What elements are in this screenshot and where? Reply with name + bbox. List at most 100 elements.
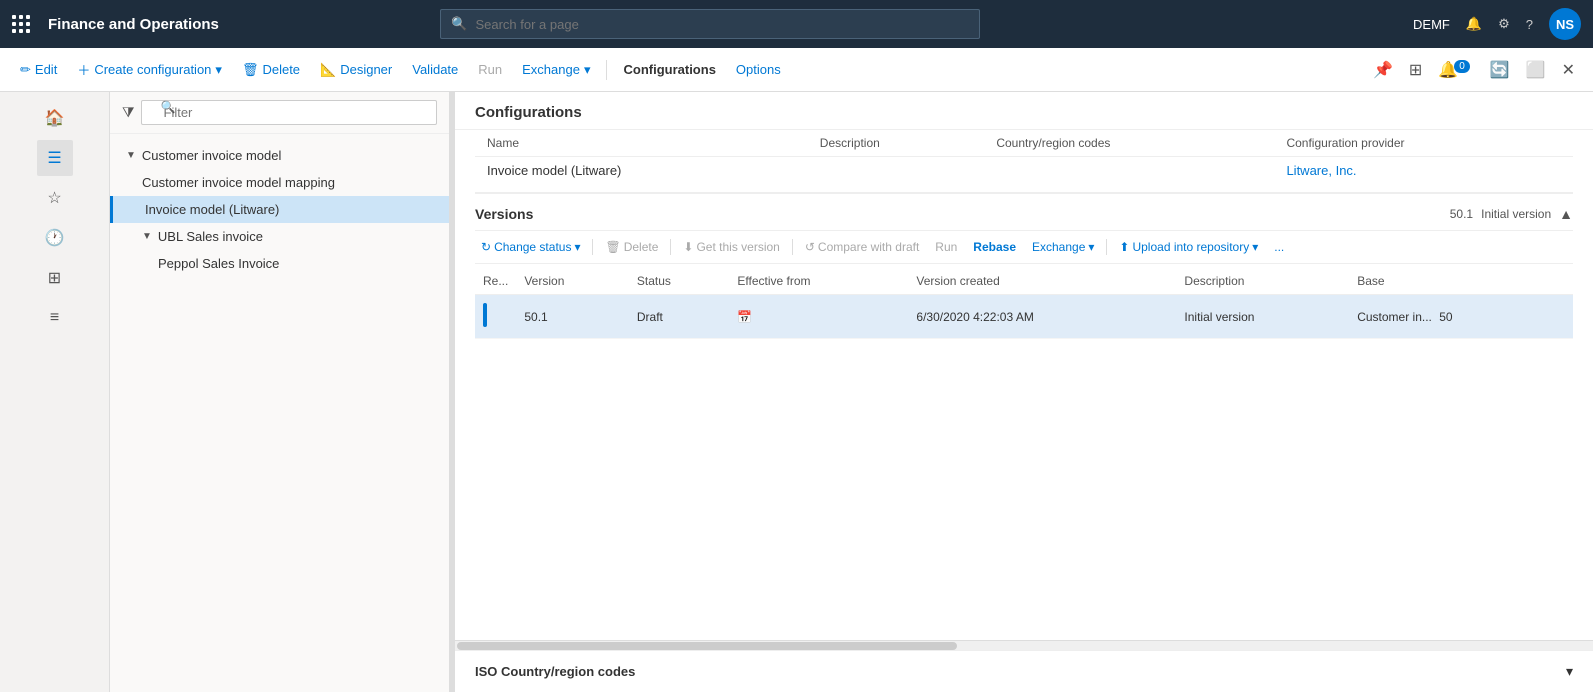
edit-button[interactable]: ✏ Edit (12, 58, 65, 82)
col-version: Version (516, 268, 629, 295)
expand-button[interactable]: ⊞ (1403, 56, 1428, 84)
sidebar-filter-icon[interactable]: ☰ (37, 140, 73, 176)
version-number: 50.1 (1450, 207, 1473, 221)
chevron-down-icon: ▾ (1252, 240, 1258, 254)
provider-value[interactable]: Litware, Inc. (1274, 157, 1573, 185)
base-link[interactable]: Customer in... (1357, 310, 1432, 324)
status-cell: Draft (629, 295, 729, 339)
chevron-down-icon: ▾ (1088, 240, 1094, 254)
configuration-tree: ▼ Customer invoice model Customer invoic… (110, 134, 449, 692)
pin-button[interactable]: 📌 (1367, 56, 1399, 84)
ver-sep4 (1106, 239, 1107, 255)
create-config-button[interactable]: ＋ Create configuration ▾ (69, 56, 230, 83)
app-grid-icon[interactable] (12, 15, 30, 33)
panel-title: Configurations (475, 104, 1573, 121)
exchange-version-button[interactable]: Exchange ▾ (1026, 237, 1100, 257)
col-country: Country/region codes (984, 130, 1274, 157)
ver-sep2 (670, 239, 671, 255)
sidebar-home-icon[interactable]: 🏠 (37, 100, 73, 136)
restore-button[interactable]: ⬜ (1520, 56, 1552, 84)
col-created: Version created (908, 268, 1176, 295)
col-re: Re... (475, 268, 516, 295)
notification-icon[interactable]: 🔔 (1466, 16, 1482, 32)
iso-chevron-icon[interactable]: ▾ (1566, 663, 1573, 680)
change-status-button[interactable]: ↻ Change status ▾ (475, 237, 586, 257)
versions-delete-button[interactable]: 🗑 Delete (599, 237, 664, 257)
ver-sep1 (592, 239, 593, 255)
tree-child4[interactable]: Peppol Sales Invoice (110, 250, 449, 277)
col-effective: Effective from (729, 268, 908, 295)
compare-draft-button[interactable]: ↺ Compare with draft (799, 237, 925, 257)
tree-child3[interactable]: ▼ UBL Sales invoice (110, 223, 449, 250)
sidebar: 🏠 ☰ ☆ 🕐 ⊞ ≡ (0, 92, 110, 692)
filter-input[interactable] (141, 100, 438, 125)
versions-table: Re... Version Status Effective from Vers… (475, 268, 1573, 339)
upload-icon: ⬆ (1119, 240, 1129, 254)
config-table: Name Description Country/region codes Co… (475, 130, 1573, 184)
filter-bar: ⧩ 🔍 (110, 92, 449, 134)
global-search[interactable]: 🔍 (440, 9, 980, 39)
help-icon[interactable]: ? (1526, 17, 1533, 32)
rebase-button[interactable]: Rebase (967, 237, 1022, 257)
options-button[interactable]: Options (728, 58, 789, 81)
tree-root[interactable]: ▼ Customer invoice model (110, 142, 449, 169)
refresh-icon: ↻ (481, 240, 491, 254)
collapse-icon[interactable]: ▲ (1559, 206, 1573, 222)
notifications-button[interactable]: 🔔0 (1432, 56, 1479, 84)
chevron-down-icon: ▾ (215, 62, 222, 78)
funnel-icon: ⧩ (122, 104, 135, 121)
effective-cell: 📅 (729, 295, 908, 339)
col-base: Base (1349, 268, 1573, 295)
configurations-header: Configurations (455, 92, 1593, 130)
close-button[interactable]: ✕ (1556, 56, 1581, 84)
validate-button[interactable]: Validate (404, 58, 466, 81)
sidebar-star-icon[interactable]: ☆ (37, 180, 73, 216)
run-version-button[interactable]: Run (929, 237, 963, 257)
tree-child2[interactable]: Invoice model (Litware) (110, 196, 449, 223)
version-badge: 50.1 Initial version ▲ (1450, 206, 1573, 222)
upload-repository-button[interactable]: ⬆ Upload into repository ▾ (1113, 237, 1264, 257)
horizontal-scrollbar[interactable] (455, 640, 1593, 650)
designer-icon: 📐 (320, 62, 336, 78)
search-icon: 🔍 (451, 16, 467, 32)
search-input[interactable] (475, 17, 969, 32)
sidebar-list-icon[interactable]: ≡ (37, 300, 73, 336)
designer-button[interactable]: 📐 Designer (312, 58, 400, 82)
col-description: Description (808, 130, 985, 157)
get-version-button[interactable]: ⬇ Get this version (677, 237, 785, 257)
ver-sep3 (792, 239, 793, 255)
base-num[interactable]: 50 (1439, 310, 1452, 324)
table-row[interactable]: 50.1 Draft 📅 6/30/2020 4:22:03 AM Initia… (475, 295, 1573, 339)
description-value (808, 157, 985, 185)
iso-section: ISO Country/region codes ▾ (455, 650, 1593, 692)
avatar[interactable]: NS (1549, 8, 1581, 40)
refresh-button[interactable]: 🔄 (1484, 56, 1516, 84)
tree-child1[interactable]: Customer invoice model mapping (110, 169, 449, 196)
main-toolbar: ✏ Edit ＋ Create configuration ▾ 🗑 Delete… (0, 48, 1593, 92)
calendar-icon[interactable]: 📅 (737, 310, 752, 324)
app-title: Finance and Operations (48, 16, 219, 33)
version-label: Initial version (1481, 207, 1551, 221)
base-cell: Customer in... 50 (1349, 295, 1573, 339)
chevron-down-icon: ▼ (142, 231, 152, 242)
name-value: Invoice model (Litware) (475, 157, 808, 185)
versions-title: Versions (475, 206, 533, 222)
chevron-down-icon: ▼ (126, 150, 136, 161)
sidebar-grid-icon[interactable]: ⊞ (37, 260, 73, 296)
left-panel: ⧩ 🔍 ▼ Customer invoice model Customer in… (110, 92, 450, 692)
iso-title: ISO Country/region codes (475, 664, 635, 679)
edit-icon: ✏ (20, 62, 31, 78)
more-button[interactable]: ... (1268, 237, 1290, 257)
configurations-button[interactable]: Configurations (615, 58, 723, 81)
country-value (984, 157, 1274, 185)
col-name: Name (475, 130, 808, 157)
delete-icon: 🗑 (242, 62, 259, 78)
versions-header: Versions 50.1 Initial version ▲ (475, 206, 1573, 222)
run-button[interactable]: Run (470, 58, 510, 81)
chevron-down-icon: ▾ (574, 240, 580, 254)
settings-icon[interactable]: ⚙ (1498, 16, 1510, 32)
description-cell: Initial version (1176, 295, 1349, 339)
sidebar-clock-icon[interactable]: 🕐 (37, 220, 73, 256)
exchange-button[interactable]: Exchange ▾ (514, 58, 598, 82)
delete-button[interactable]: 🗑 Delete (234, 58, 308, 82)
